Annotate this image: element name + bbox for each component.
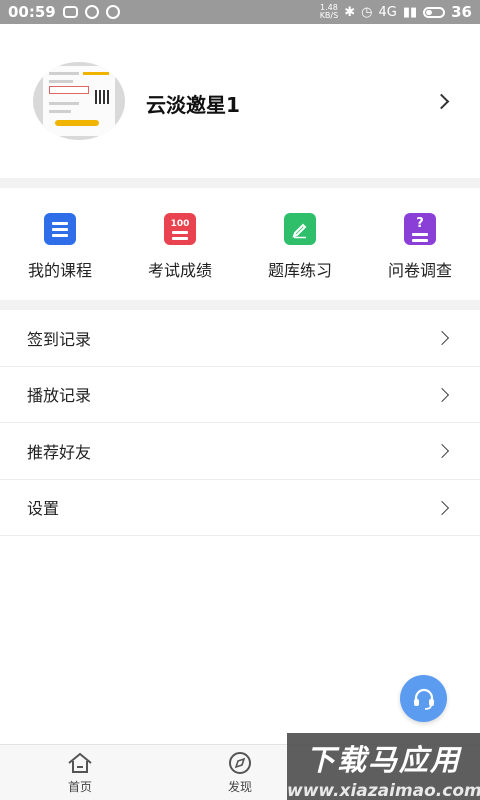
battery-icon	[423, 6, 446, 18]
divider	[0, 178, 480, 188]
compass-icon	[229, 752, 251, 774]
chevron-right-icon	[434, 330, 450, 346]
menu-item-label: 播放记录	[27, 386, 92, 406]
quick-action-question-bank[interactable]: 题库练习	[240, 188, 360, 300]
menu-item-recommend-friends[interactable]: 推荐好友	[0, 423, 480, 480]
signal-icon: ▮▮	[402, 4, 418, 20]
network-type: 4G	[378, 4, 397, 20]
quick-action-label: 我的课程	[27, 261, 92, 280]
list-icon	[44, 213, 76, 245]
tab-label: 发现	[227, 780, 252, 794]
tab-label: 首页	[67, 780, 92, 794]
menu-item-checkin-records[interactable]: 签到记录	[0, 310, 480, 367]
quick-action-survey[interactable]: ? 问卷调查	[360, 188, 480, 300]
divider	[0, 300, 480, 310]
chevron-right-icon[interactable]	[433, 93, 450, 110]
profile-header[interactable]: 云淡邀星1	[0, 24, 480, 178]
watermark: 下载马应用 www.xiazaimao.com	[287, 733, 480, 800]
chevron-right-icon	[434, 500, 450, 515]
net-speed-unit: KB/S	[319, 11, 339, 20]
question-icon: ?	[404, 213, 436, 245]
quick-action-exam-scores[interactable]: 100 考试成绩	[120, 188, 240, 300]
quick-action-label: 问卷调查	[387, 261, 452, 280]
watermark-title: 下载马应用	[305, 743, 461, 777]
alarm-icon: ◷	[361, 4, 373, 20]
battery-level: 36	[451, 3, 472, 21]
menu-item-label: 签到记录	[27, 329, 92, 349]
network-speed: 1.48 KB/S	[320, 4, 339, 20]
chat-icon	[62, 6, 78, 18]
quick-action-my-courses[interactable]: 我的课程	[0, 188, 120, 300]
username[interactable]: 云淡邀星1	[146, 89, 240, 118]
avatar[interactable]	[33, 62, 125, 140]
hotspot-icon	[105, 5, 120, 19]
headset-icon	[413, 688, 434, 710]
menu-item-play-records[interactable]: 播放记录	[0, 367, 480, 423]
watermark-url: www.xiazaimao.com	[287, 781, 480, 800]
pencil-icon	[284, 213, 316, 245]
quick-action-label: 题库练习	[267, 261, 332, 280]
score-100-icon: 100	[164, 213, 196, 245]
menu-list: 签到记录 播放记录 推荐好友 设置	[0, 310, 480, 536]
chevron-right-icon	[434, 443, 450, 459]
menu-item-settings[interactable]: 设置	[0, 480, 480, 536]
menu-item-label: 设置	[27, 499, 60, 519]
quick-actions: 我的课程 100 考试成绩 题库练习 ? 问卷调查	[0, 188, 480, 300]
tab-discover[interactable]: 发现	[200, 751, 280, 795]
status-time: 00:59	[8, 3, 56, 21]
customer-service-button[interactable]	[400, 675, 447, 722]
quick-action-label: 考试成绩	[147, 261, 212, 280]
menu-item-label: 推荐好友	[27, 442, 92, 462]
tab-home[interactable]: 首页	[40, 751, 120, 795]
check-circle-icon	[84, 5, 99, 19]
bluetooth-icon: ✱	[344, 4, 356, 20]
home-icon	[68, 752, 92, 773]
chevron-right-icon	[434, 387, 450, 402]
status-bar: 00:59 1.48 KB/S ✱ ◷ 4G ▮▮ 36	[0, 0, 480, 24]
